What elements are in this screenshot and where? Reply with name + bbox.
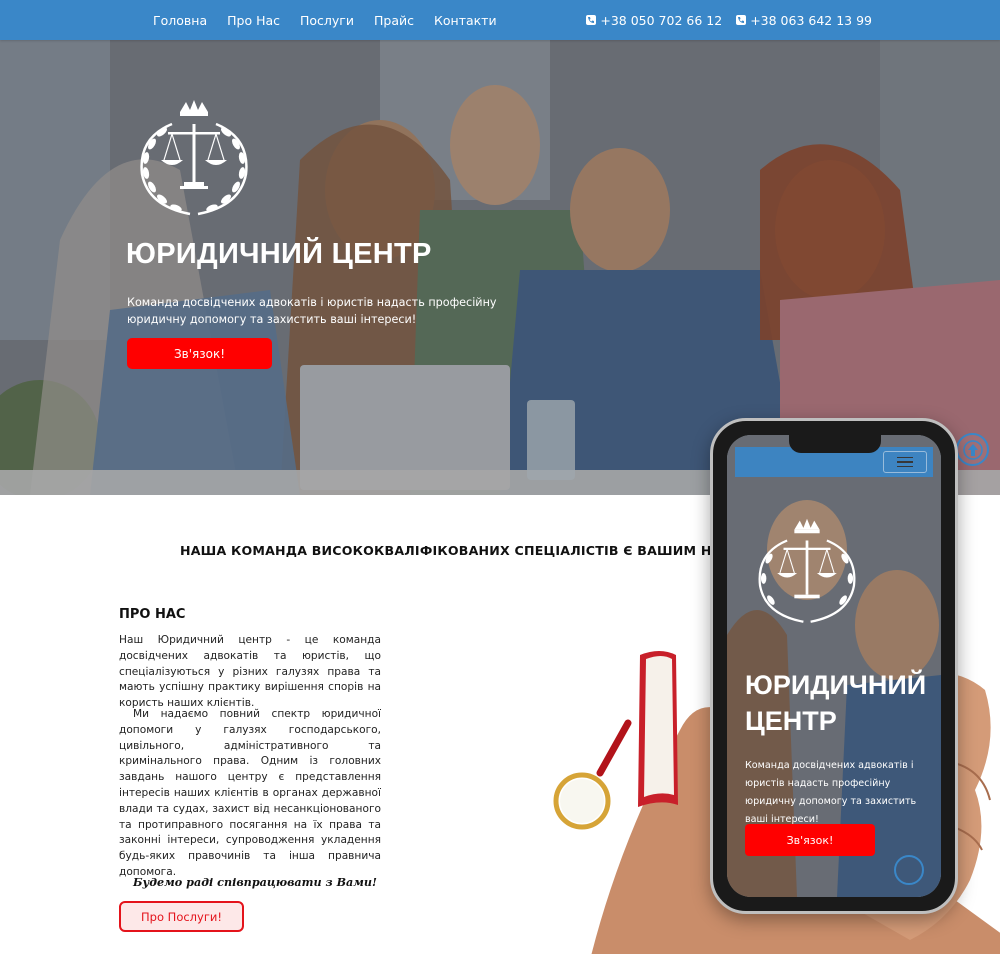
mobile-contact-button[interactable]: Зв'язок! bbox=[745, 824, 875, 856]
about-title: ПРО НАС bbox=[119, 607, 186, 622]
nav-link-home[interactable]: Головна bbox=[143, 13, 217, 28]
hero-title: ЮРИДИЧНИЙ ЦЕНТР bbox=[126, 238, 432, 270]
mobile-preview-device: ЮРИДИЧНИЙ ЦЕНТР Команда досвідчених адво… bbox=[710, 418, 958, 914]
mobile-hero-description: Команда досвідчених адвокатів і юристів … bbox=[745, 760, 917, 825]
phone-numbers: +38 050 702 66 12 +38 063 642 13 99 bbox=[586, 0, 872, 40]
team-heading: НАША КОМАНДА ВИСОКОКВАЛІФІКОВАНИХ СПЕЦІА… bbox=[180, 543, 771, 558]
mobile-hero-title-line-1: ЮРИДИЧНИЙ bbox=[745, 670, 927, 700]
phone-number-1[interactable]: +38 050 702 66 12 bbox=[586, 13, 722, 28]
page: ЮРИДИЧНИЙ ЦЕНТР Команда досвідчених адво… bbox=[0, 0, 1000, 954]
nav-link-about[interactable]: Про Нас bbox=[217, 13, 290, 28]
nav-link-services[interactable]: Послуги bbox=[290, 13, 364, 28]
about-paragraph-1: Наш Юридичний центр - це команда досвідч… bbox=[119, 634, 381, 710]
hamburger-menu-icon[interactable] bbox=[883, 451, 927, 473]
services-button[interactable]: Про Послуги! bbox=[119, 901, 244, 932]
book-magnifier-illustration bbox=[553, 651, 678, 830]
phone-number-2[interactable]: +38 063 642 13 99 bbox=[736, 13, 872, 28]
arrow-up-icon bbox=[962, 439, 983, 460]
phone-number-2-text: +38 063 642 13 99 bbox=[750, 12, 872, 28]
scales-of-justice-crown-wreath-icon bbox=[758, 518, 856, 623]
mobile-scroll-to-top-button[interactable] bbox=[894, 855, 924, 885]
mobile-hero-title: ЮРИДИЧНИЙ ЦЕНТР bbox=[745, 667, 935, 739]
contact-button[interactable]: Зв'язок! bbox=[127, 338, 272, 369]
phone-icon bbox=[586, 15, 597, 25]
hero-description: Команда досвідчених адвокатів і юристів … bbox=[127, 296, 497, 326]
nav-menu: Головна Про Нас Послуги Прайс Контакти bbox=[143, 0, 507, 40]
scroll-to-top-button[interactable] bbox=[956, 433, 989, 466]
about-paragraph-2: Ми надаємо повний спектр юридичної допом… bbox=[119, 708, 381, 878]
nav-link-contacts[interactable]: Контакти bbox=[424, 13, 507, 28]
phone-icon bbox=[736, 15, 747, 25]
mobile-preview-screen: ЮРИДИЧНИЙ ЦЕНТР Команда досвідчених адво… bbox=[727, 435, 941, 897]
phone-notch bbox=[789, 435, 881, 453]
mobile-hero-title-line-2: ЦЕНТР bbox=[745, 706, 837, 736]
phone-number-1-text: +38 050 702 66 12 bbox=[600, 12, 723, 28]
nav-link-prices[interactable]: Прайс bbox=[364, 13, 424, 28]
welcome-text: Будемо раді співпрацювати з Вами! bbox=[133, 875, 377, 889]
scales-of-justice-crown-wreath-icon bbox=[140, 100, 248, 216]
top-navbar: Головна Про Нас Послуги Прайс Контакти +… bbox=[0, 0, 1000, 40]
